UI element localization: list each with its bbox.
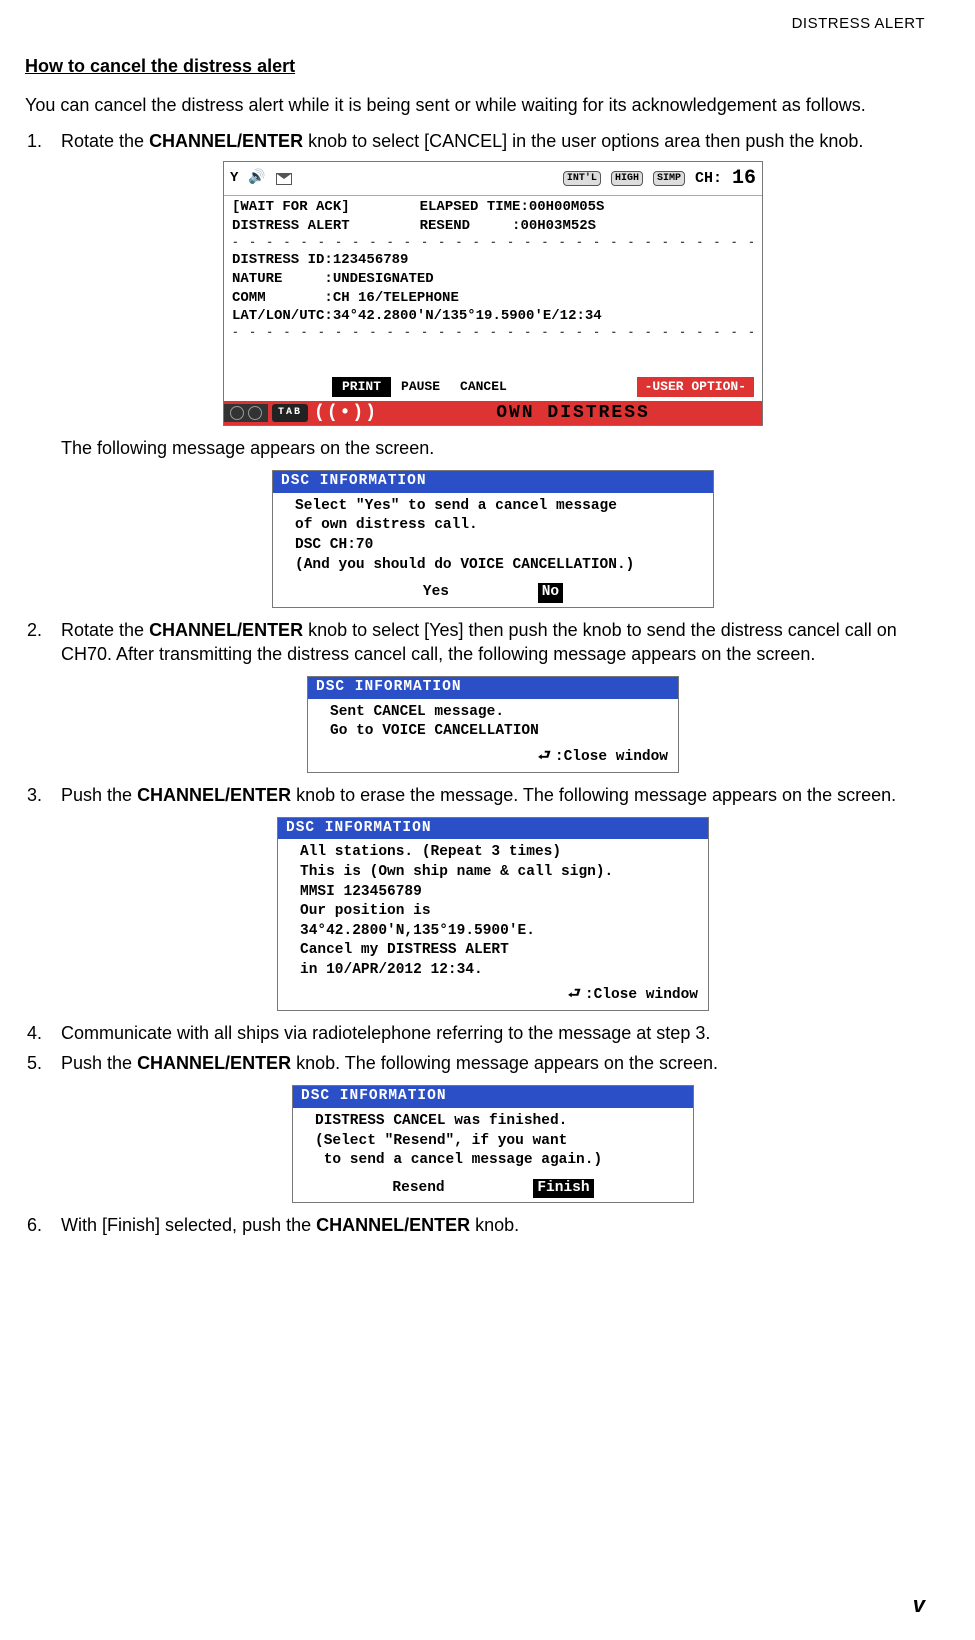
step-2: Rotate the CHANNEL/ENTER knob to select … bbox=[47, 618, 925, 773]
dsc3-l1: All stations. (Repeat 3 times) bbox=[300, 843, 694, 863]
dsc4-title: DSC INFORMATION bbox=[293, 1086, 693, 1108]
options-bar: PRINT PAUSE CANCEL -USER OPTION- bbox=[232, 377, 754, 397]
dsc1-yes[interactable]: Yes bbox=[423, 583, 449, 603]
step-4: Communicate with all ships via radiotele… bbox=[47, 1021, 925, 1045]
nature-label: NATURE : bbox=[232, 271, 333, 287]
row2-left: DISTRESS ALERT bbox=[232, 218, 350, 234]
dsc1-l3: DSC CH:70 bbox=[295, 536, 699, 556]
option-pause[interactable]: PAUSE bbox=[391, 377, 450, 397]
device-screen-1: Y 🔊 INT'L HIGH SIMP CH: 16 [WAIT FOR ACK… bbox=[223, 161, 763, 426]
row2-right: RESEND :00H03M52S bbox=[420, 218, 596, 234]
dsc3-l2: This is (Own ship name & call sign). bbox=[300, 863, 694, 883]
comm-label: COMM : bbox=[232, 290, 333, 306]
step-2-text-a: Rotate the bbox=[61, 620, 149, 640]
intro-text: You can cancel the distress alert while … bbox=[25, 93, 925, 117]
dsc1-l2: of own distress call. bbox=[295, 516, 699, 536]
distress-id-label: DISTRESS ID: bbox=[232, 252, 333, 268]
step-3-knob: CHANNEL/ENTER bbox=[137, 785, 291, 805]
step-2-knob: CHANNEL/ENTER bbox=[149, 620, 303, 640]
wave-icon: ((•)) bbox=[314, 401, 378, 425]
speaker-icon: 🔊 bbox=[248, 169, 265, 188]
dsc1-l4: (And you should do VOICE CANCELLATION.) bbox=[295, 556, 699, 576]
dsc-box-2: DSC INFORMATION Sent CANCEL message. Go … bbox=[307, 676, 679, 772]
latlon-label: LAT/LON/UTC: bbox=[232, 308, 333, 324]
pill-simp: SIMP bbox=[653, 171, 685, 187]
dsc3-title: DSC INFORMATION bbox=[278, 818, 708, 840]
dash-rule-1: - - - - - - - - - - - - - - - - - - - - … bbox=[232, 236, 754, 251]
step-1-after: The following message appears on the scr… bbox=[61, 436, 925, 460]
step-6-text-b: knob. bbox=[470, 1215, 519, 1235]
dsc4-resend[interactable]: Resend bbox=[392, 1179, 444, 1199]
dsc3-l5: 34°42.2800'N,135°19.5900'E. bbox=[300, 922, 694, 942]
user-option-tab[interactable]: -USER OPTION- bbox=[637, 377, 754, 397]
dsc2-l2: Go to VOICE CANCELLATION bbox=[330, 722, 664, 742]
option-cancel[interactable]: CANCEL bbox=[450, 377, 517, 397]
row1-left: [WAIT FOR ACK] bbox=[232, 199, 350, 215]
step-1: Rotate the CHANNEL/ENTER knob to select … bbox=[47, 129, 925, 608]
section-title: How to cancel the distress alert bbox=[25, 54, 925, 78]
pill-intl: INT'L bbox=[563, 171, 601, 187]
step-3-text-b: knob to erase the message. The following… bbox=[291, 785, 896, 805]
step-1-text-b: knob to select [CANCEL] in the user opti… bbox=[303, 131, 863, 151]
back-icon-2 bbox=[568, 987, 585, 1003]
step-6: With [Finish] selected, push the CHANNEL… bbox=[47, 1213, 925, 1237]
dsc1-l1: Select "Yes" to send a cancel message bbox=[295, 497, 699, 517]
dsc4-l3: to send a cancel message again.) bbox=[315, 1151, 679, 1171]
back-icon bbox=[538, 749, 555, 765]
dsc3-l4: Our position is bbox=[300, 902, 694, 922]
own-distress-bar: TAB ((•)) OWN DISTRESS bbox=[224, 401, 762, 425]
step-6-text-a: With [Finish] selected, push the bbox=[61, 1215, 316, 1235]
ch-value: 16 bbox=[732, 165, 756, 192]
dsc4-l1: DISTRESS CANCEL was finished. bbox=[315, 1112, 679, 1132]
dsc2-close[interactable]: :Close window bbox=[555, 749, 668, 765]
dsc4-finish[interactable]: Finish bbox=[533, 1179, 593, 1199]
dsc2-title: DSC INFORMATION bbox=[308, 677, 678, 699]
dsc2-l1: Sent CANCEL message. bbox=[330, 703, 664, 723]
antenna-icon: Y bbox=[230, 169, 238, 188]
step-3-text-a: Push the bbox=[61, 785, 137, 805]
ch-label: CH: bbox=[695, 169, 722, 189]
step-5-text-b: knob. The following message appears on t… bbox=[291, 1053, 718, 1073]
own-distress-label: OWN DISTRESS bbox=[384, 401, 762, 425]
dsc3-l6: Cancel my DISTRESS ALERT bbox=[300, 941, 694, 961]
dsc-box-3: DSC INFORMATION All stations. (Repeat 3 … bbox=[277, 817, 709, 1011]
distress-id-value: 123456789 bbox=[333, 252, 409, 268]
step-5-text-a: Push the bbox=[61, 1053, 137, 1073]
dsc1-title: DSC INFORMATION bbox=[273, 471, 713, 493]
dsc3-close[interactable]: :Close window bbox=[585, 987, 698, 1003]
dsc-box-1: DSC INFORMATION Select "Yes" to send a c… bbox=[272, 470, 714, 607]
step-5-knob: CHANNEL/ENTER bbox=[137, 1053, 291, 1073]
latlon-value: 34°42.2800'N/135°19.5900'E/12:34 bbox=[333, 308, 602, 324]
dash-rule-2: - - - - - - - - - - - - - - - - - - - - … bbox=[232, 326, 754, 341]
header-label: DISTRESS ALERT bbox=[25, 14, 925, 34]
pill-high: HIGH bbox=[611, 171, 643, 187]
step-3: Push the CHANNEL/ENTER knob to erase the… bbox=[47, 783, 925, 1011]
option-print[interactable]: PRINT bbox=[332, 377, 391, 397]
dsc1-no[interactable]: No bbox=[538, 583, 563, 603]
step-6-knob: CHANNEL/ENTER bbox=[316, 1215, 470, 1235]
envelope-icon bbox=[276, 173, 292, 185]
status-bar: Y 🔊 INT'L HIGH SIMP CH: 16 bbox=[224, 162, 762, 196]
knob-icons bbox=[224, 404, 268, 422]
step-5: Push the CHANNEL/ENTER knob. The followi… bbox=[47, 1051, 925, 1203]
step-1-text-a: Rotate the bbox=[61, 131, 149, 151]
step-1-knob: CHANNEL/ENTER bbox=[149, 131, 303, 151]
row1-right: ELAPSED TIME:00H00M05S bbox=[420, 199, 605, 215]
dsc-box-4: DSC INFORMATION DISTRESS CANCEL was fini… bbox=[292, 1085, 694, 1203]
page-number: v bbox=[913, 1590, 925, 1620]
dsc3-l7: in 10/APR/2012 12:34. bbox=[300, 961, 694, 981]
nature-value: UNDESIGNATED bbox=[333, 271, 434, 287]
tab-chip: TAB bbox=[272, 404, 308, 422]
dsc3-l3: MMSI 123456789 bbox=[300, 883, 694, 903]
dsc4-l2: (Select "Resend", if you want bbox=[315, 1132, 679, 1152]
comm-value: CH 16/TELEPHONE bbox=[333, 290, 459, 306]
